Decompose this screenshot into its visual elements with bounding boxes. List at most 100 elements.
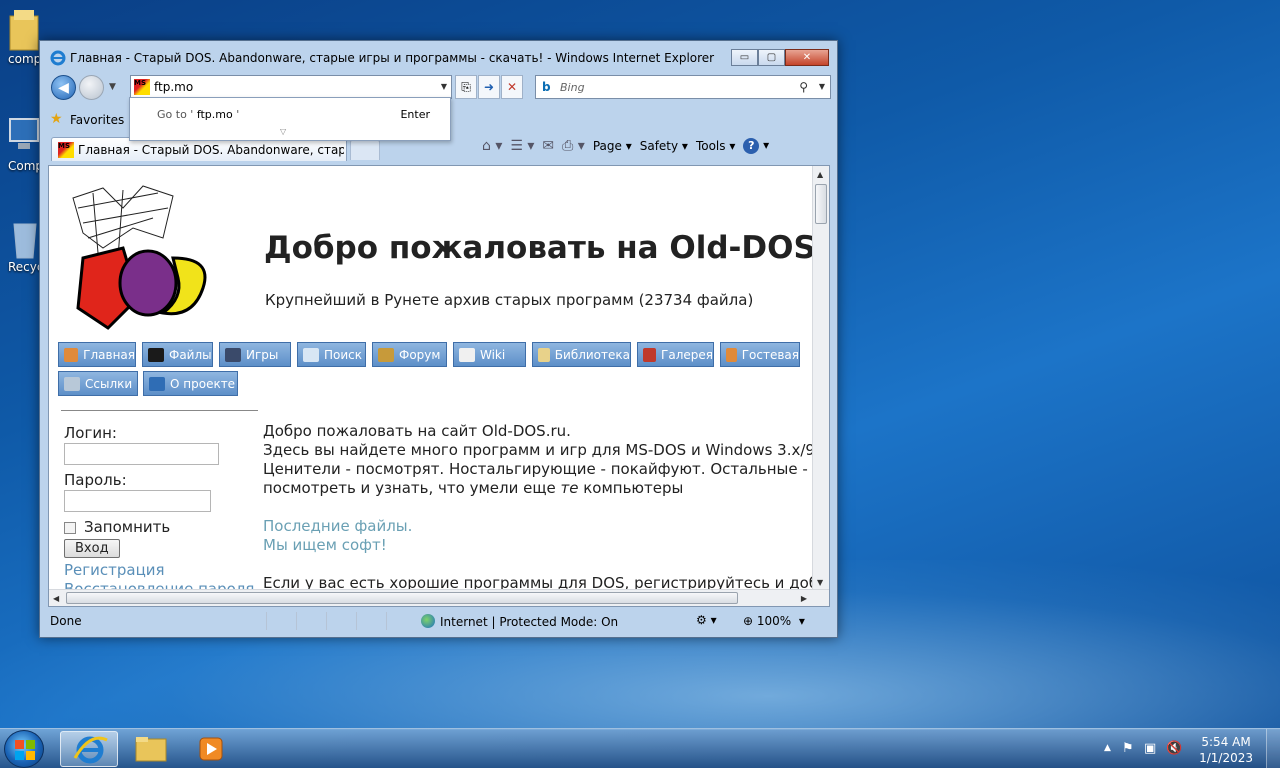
intro-line: Добро пожаловать на сайт Old-DOS.ru. [263, 422, 571, 440]
stop-icon[interactable]: ✕ [501, 75, 523, 99]
print-icon[interactable]: ⎙ ▾ [562, 138, 585, 154]
intro-line: Ценители - посмотрят. Ностальгирующие - … [263, 460, 830, 478]
page-menu[interactable]: Page ▾ [593, 139, 632, 153]
clock-date: 1/1/2023 [1199, 751, 1253, 765]
goto-value: ftp.mo [196, 108, 233, 121]
maximize-button[interactable]: ▢ [758, 49, 785, 66]
vertical-scrollbar[interactable]: ▲ ▼ [812, 166, 829, 591]
taskbar-explorer-button[interactable] [122, 731, 180, 767]
menu-item-home[interactable]: Главная [58, 342, 136, 367]
goto-prefix: Go to ' [157, 108, 197, 121]
menu-item-games[interactable]: Игры [219, 342, 291, 367]
menu-item-forum[interactable]: Форум [372, 342, 447, 367]
address-dropdown-icon[interactable]: ▼ [441, 82, 447, 91]
protected-mode-icon[interactable]: ⚙ ▾ [696, 613, 717, 627]
menu-label: О проекте [170, 376, 236, 391]
home-icon [64, 347, 79, 362]
zoom-control[interactable]: ⊕ 100% ▾ [743, 614, 805, 628]
goto-suggestion[interactable]: Go to ' ftp.mo ' [157, 108, 239, 121]
menu-item-library[interactable]: Библиотека [532, 342, 631, 367]
search-icon [303, 347, 319, 362]
wanted-software-link[interactable]: Мы ищем софт! [263, 536, 829, 555]
network-icon[interactable]: ▣ [1144, 741, 1156, 756]
taskbar-media-player-button[interactable] [182, 731, 240, 767]
status-separator [296, 612, 297, 630]
tools-menu[interactable]: Tools ▾ [696, 139, 735, 153]
book-icon [538, 347, 550, 362]
show-desktop-button[interactable] [1266, 729, 1280, 768]
title-bar[interactable]: Главная - Старый DOS. Abandonware, стары… [40, 41, 837, 73]
intro-line: посмотреть и узнать, что умели еще те ко… [263, 479, 829, 498]
status-text: Done [50, 614, 82, 628]
horizontal-scrollbar[interactable]: ◀ ▶ [49, 589, 829, 606]
intro-fragment: компьютеры [578, 479, 684, 497]
link-icon [64, 376, 80, 391]
password-field[interactable] [64, 490, 211, 512]
taskbar-ie-button[interactable] [60, 731, 118, 767]
login-field[interactable] [64, 443, 219, 465]
mail-icon[interactable]: ✉ [542, 138, 554, 154]
help-icon[interactable]: ? [743, 138, 760, 154]
register-link[interactable]: Регистрация [64, 561, 274, 580]
new-tab-button[interactable] [350, 140, 380, 160]
start-button[interactable] [4, 730, 44, 768]
address-input[interactable]: ftp.mo [154, 80, 193, 94]
menu-item-gallery[interactable]: Галерея [637, 342, 714, 367]
expand-dropdown-icon[interactable]: ▽ [280, 127, 286, 136]
divider [61, 410, 258, 411]
goto-suffix: ' [232, 108, 240, 121]
search-dropdown-icon[interactable]: ▼ [819, 82, 825, 91]
compatibility-view-icon[interactable]: ⎘ [455, 75, 477, 99]
back-button[interactable]: ◀ [51, 75, 76, 100]
home-icon[interactable]: ⌂ ▾ [482, 138, 502, 154]
search-input[interactable]: Bing [560, 81, 585, 94]
show-hidden-icons[interactable]: ▲ [1104, 743, 1111, 753]
forward-button[interactable] [79, 75, 104, 100]
latest-files-link[interactable]: Последние файлы. [263, 517, 829, 536]
intro-line: Здесь вы найдете много программ и игр дл… [263, 441, 829, 459]
computer-icon [8, 115, 42, 155]
menu-label: Файлы [169, 347, 212, 362]
menu-item-links[interactable]: Ссылки [58, 371, 138, 396]
close-button[interactable]: ✕ [785, 49, 829, 66]
login-form: Логин: Пароль: Запомнить Вход Регистраци… [64, 424, 274, 599]
menu-item-guestbook[interactable]: Гостевая [720, 342, 800, 367]
favorites-button[interactable]: Favorites [70, 113, 124, 127]
go-arrow-icon[interactable]: ➜ [478, 75, 500, 99]
horizontal-scroll-thumb[interactable] [66, 592, 738, 604]
vertical-scroll-thumb[interactable] [815, 184, 827, 224]
recent-pages-dropdown-icon[interactable]: ▼ [109, 82, 116, 92]
remember-checkbox[interactable] [64, 521, 76, 534]
feeds-icon[interactable]: ☰ ▾ [510, 138, 534, 154]
menu-label: Поиск [324, 347, 363, 362]
scroll-down-icon[interactable]: ▼ [817, 578, 823, 587]
menu-item-search[interactable]: Поиск [297, 342, 366, 367]
menu-label: Ссылки [85, 376, 133, 391]
menu-item-about[interactable]: О проекте [143, 371, 238, 396]
menu-label: Главная [83, 347, 135, 362]
minimize-button[interactable]: ▭ [731, 49, 758, 66]
search-box[interactable]: b Bing ⚲ ▼ [535, 75, 831, 99]
wiki-icon [459, 347, 475, 362]
scroll-left-icon[interactable]: ◀ [53, 594, 59, 603]
menu-label: Форум [399, 347, 441, 362]
menu-label: Библиотека [554, 347, 630, 362]
folder-icon [8, 8, 42, 51]
security-zone[interactable]: Internet | Protected Mode: On [421, 614, 618, 629]
menu-label: Игры [246, 347, 279, 362]
clock-time: 5:54 AM [1201, 735, 1251, 749]
volume-muted-icon[interactable]: 🔇 [1166, 741, 1182, 756]
scroll-right-icon[interactable]: ▶ [801, 594, 807, 603]
menu-item-files[interactable]: Файлы [142, 342, 213, 367]
menu-item-wiki[interactable]: Wiki [453, 342, 526, 367]
status-separator [356, 612, 357, 630]
search-icon[interactable]: ⚲ [799, 80, 808, 94]
clock[interactable]: 5:54 AM 1/1/2023 [1199, 734, 1253, 766]
address-bar[interactable]: MS ftp.mo ▼ [130, 75, 452, 99]
recycle-bin-icon [8, 216, 42, 259]
login-button[interactable]: Вход [64, 539, 120, 558]
safety-menu[interactable]: Safety ▾ [640, 139, 688, 153]
login-label: Логин: [64, 424, 117, 442]
action-center-flag-icon[interactable]: ⚑ [1122, 741, 1134, 756]
scroll-up-icon[interactable]: ▲ [817, 170, 823, 179]
